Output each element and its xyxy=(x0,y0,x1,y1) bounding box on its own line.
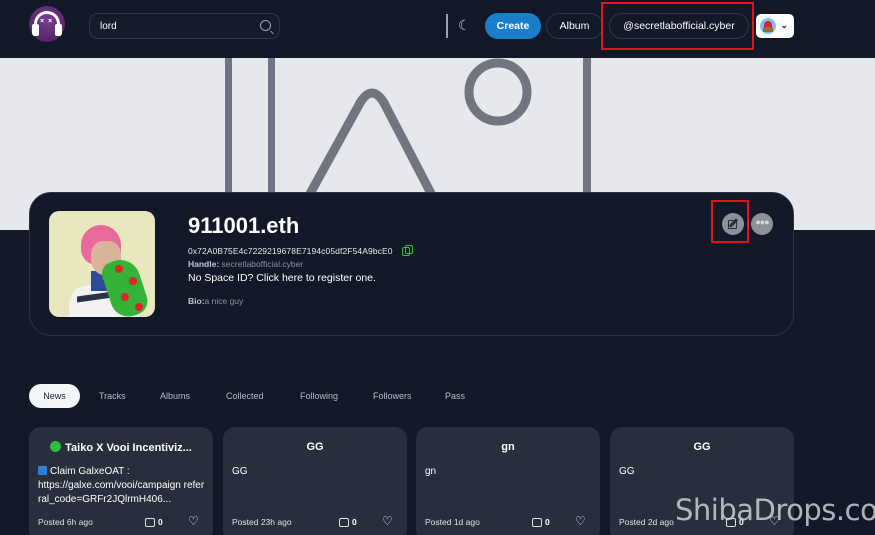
avatar xyxy=(760,18,776,34)
post-card[interactable]: gn gn Posted 1d ago 0 ♡ xyxy=(416,427,600,535)
more-icon: ●●● xyxy=(755,217,769,227)
comment-count: 0 xyxy=(352,517,357,527)
moon-icon[interactable]: ☾ xyxy=(458,17,472,33)
post-title: GG xyxy=(693,441,711,453)
post-title: Taiko X Vooi Incentiviz... xyxy=(29,441,213,454)
post-title: GG xyxy=(306,441,324,453)
tab-followers[interactable]: Followers xyxy=(373,384,412,408)
post-title: gn xyxy=(501,441,515,453)
heart-icon[interactable]: ♡ xyxy=(188,514,199,528)
account-menu[interactable]: ⌄ xyxy=(756,14,794,38)
post-body: GG xyxy=(619,466,635,477)
bio-label: Bio: xyxy=(188,296,205,306)
comment-icon[interactable] xyxy=(145,518,155,527)
edit-profile-button[interactable] xyxy=(722,213,744,235)
tab-collected[interactable]: Collected xyxy=(226,384,264,408)
profile-bio: Bio:a nice guy xyxy=(188,296,243,306)
create-button[interactable]: Create xyxy=(485,13,541,39)
tab-pass[interactable]: Pass xyxy=(445,384,465,408)
comment-icon[interactable] xyxy=(726,518,736,527)
profile-card: 911001.eth 0x72A0B75E4c7229219678E7194c0… xyxy=(29,192,794,336)
more-options-button[interactable]: ●●● xyxy=(751,213,773,235)
handle-button[interactable]: @secretlabofficial.cyber xyxy=(609,13,749,39)
handle-value: secretlabofficial.cyber xyxy=(221,259,304,269)
bio-value: a nice guy xyxy=(204,296,244,306)
top-nav: ×× ☾ Create Album @secretlabofficial.cyb… xyxy=(0,0,875,55)
post-body: Claim GalxeOAT : https://galxe.com/vooi/c… xyxy=(38,466,205,505)
post-body: GG xyxy=(232,466,248,477)
post-card[interactable]: GG GG Posted 2d ago 0 ♡ xyxy=(610,427,794,535)
comment-count: 0 xyxy=(158,517,163,527)
tab-albums[interactable]: Albums xyxy=(160,384,190,408)
post-time: Posted 2d ago xyxy=(619,517,674,527)
wallet-address: 0x72A0B75E4c7229219678E7194c05df2F54A9bc… xyxy=(188,246,393,256)
tab-news[interactable]: News xyxy=(29,384,80,408)
copy-icon[interactable] xyxy=(402,245,413,256)
profile-name: 911001.eth xyxy=(188,213,300,238)
search-input[interactable] xyxy=(100,18,250,34)
heart-icon[interactable]: ♡ xyxy=(575,514,586,528)
app-logo[interactable]: ×× xyxy=(29,6,65,42)
mail-icon xyxy=(38,466,47,475)
comment-count: 0 xyxy=(739,517,744,527)
album-button[interactable]: Album xyxy=(546,13,603,39)
heart-icon[interactable]: ♡ xyxy=(769,514,780,528)
post-time: Posted 6h ago xyxy=(38,517,93,527)
comment-icon[interactable] xyxy=(339,518,349,527)
handle-label: Handle: xyxy=(188,259,220,269)
post-time: Posted 1d ago xyxy=(425,517,480,527)
post-card[interactable]: Taiko X Vooi Incentiviz... Claim GalxeOA… xyxy=(29,427,213,535)
tab-tracks[interactable]: Tracks xyxy=(99,384,126,408)
status-dot-icon xyxy=(50,441,62,452)
profile-avatar xyxy=(49,211,155,317)
chevron-down-icon: ⌄ xyxy=(780,20,788,30)
post-time: Posted 23h ago xyxy=(232,517,292,527)
profile-handle: Handle: secretlabofficial.cyber xyxy=(188,259,303,269)
comment-count: 0 xyxy=(545,517,550,527)
tab-following[interactable]: Following xyxy=(300,384,338,408)
search-icon[interactable] xyxy=(260,20,271,31)
space-id-register-link[interactable]: No Space ID? Click here to register one. xyxy=(188,272,376,284)
search-box xyxy=(89,13,280,39)
comment-icon[interactable] xyxy=(532,518,542,527)
heart-icon[interactable]: ♡ xyxy=(382,514,393,528)
divider xyxy=(446,14,448,38)
post-card[interactable]: GG GG Posted 23h ago 0 ♡ xyxy=(223,427,407,535)
post-body: gn xyxy=(425,466,437,477)
